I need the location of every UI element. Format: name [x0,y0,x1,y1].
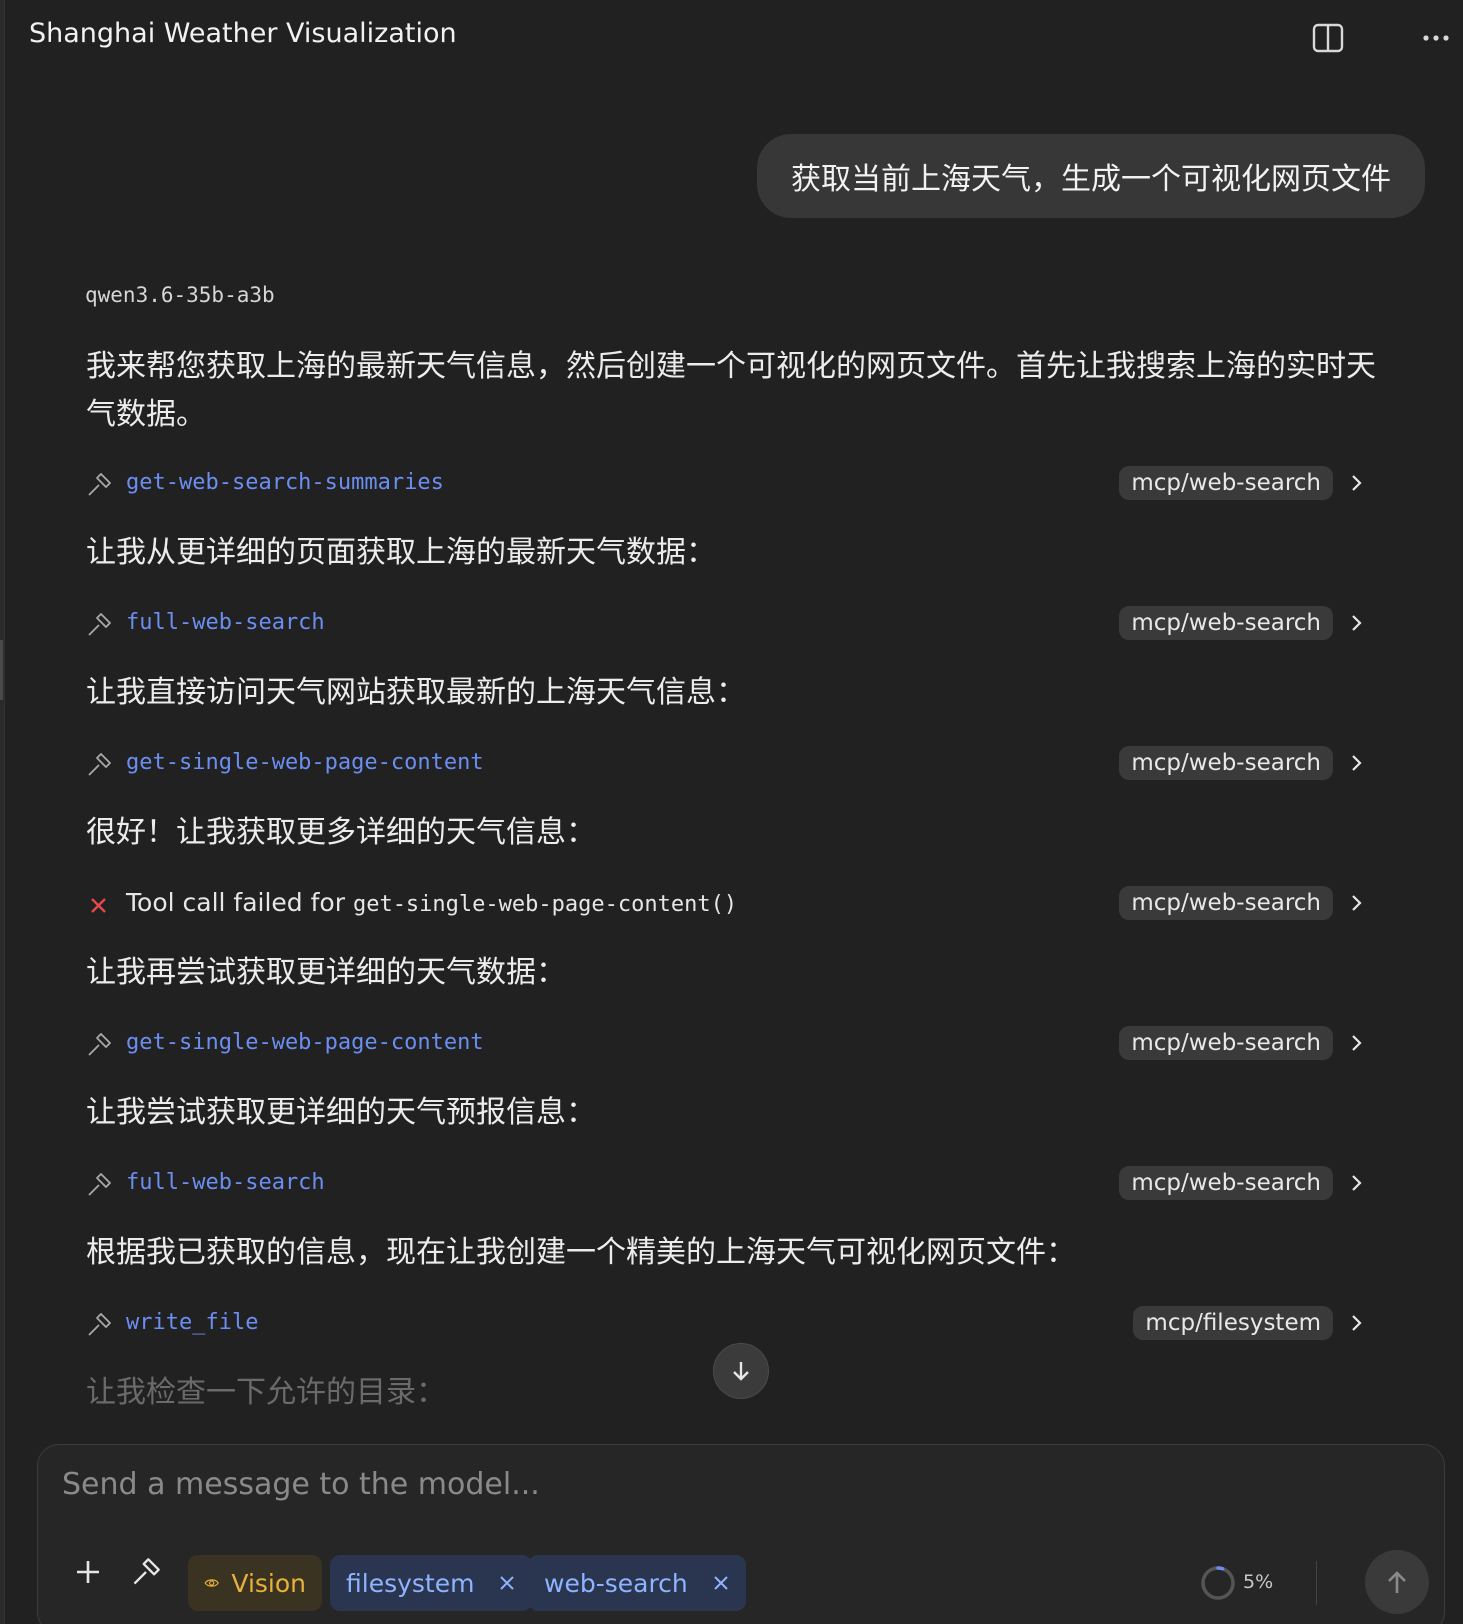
hammer-icon [88,1033,111,1056]
tool-source-badge: mcp/web-search [1119,1026,1333,1060]
tool-source-badge: mcp/web-search [1119,606,1333,640]
tool-source-badge: mcp/web-search [1119,746,1333,780]
split-view-icon[interactable] [1310,20,1346,56]
tool-call-row[interactable]: full-web-search mcp/web-search [86,1164,1386,1204]
hammer-icon [88,753,111,776]
tool-call-row[interactable]: write_file mcp/filesystem [86,1304,1386,1344]
tool-name: full-web-search [126,1170,325,1195]
add-attachment-button[interactable] [68,1552,108,1592]
tool-call-row[interactable]: full-web-search mcp/web-search [86,604,1386,644]
tool-failed-prefix: Tool call failed for [126,888,353,917]
hammer-icon [88,613,111,636]
assistant-text: 让我直接访问天气网站获取最新的上海天气信息： [86,675,746,710]
tool-failed-message: Tool call failed for get-single-web-page… [126,888,737,917]
eye-icon [204,1579,219,1587]
message-input[interactable]: Send a message to the model... [62,1467,540,1502]
tool-name: get-web-search-summaries [126,470,444,495]
model-name: qwen3.6-35b-a3b [85,283,275,307]
left-resize-edge[interactable] [0,0,5,1624]
context-usage-label: 5% [1243,1571,1274,1593]
tool-source-badge: mcp/web-search [1119,1166,1333,1200]
web-search-label: web-search [544,1568,688,1598]
divider [1316,1561,1317,1605]
scroll-to-bottom-button[interactable] [713,1343,769,1399]
assistant-text: 让我尝试获取更详细的天气预报信息： [86,1095,596,1130]
hammer-icon [88,473,111,496]
chevron-right-icon[interactable] [1346,1033,1366,1053]
chat-title: Shanghai Weather Visualization [29,18,457,49]
close-icon[interactable] [498,1574,516,1592]
hammer-icon [88,1313,111,1336]
assistant-text: 让我从更详细的页面获取上海的最新天气数据： [86,535,716,570]
tool-call-failed-row[interactable]: Tool call failed for get-single-web-page… [86,884,1386,924]
user-message: 获取当前上海天气，生成一个可视化网页文件 [757,134,1425,218]
assistant-intro: 我来帮您获取上海的最新天气信息，然后创建一个可视化的网页文件。首先让我搜索上海的… [86,349,1376,432]
arrow-down-icon [733,1362,749,1381]
app-window: Shanghai Weather Visualization 获取当前上海天气，… [0,0,1463,1624]
tool-source-badge: mcp/filesystem [1133,1306,1333,1340]
filesystem-chip[interactable]: filesystem [330,1555,533,1611]
tool-failed-function: get-single-web-page-content() [352,892,738,917]
tool-name: full-web-search [126,610,325,635]
chevron-right-icon[interactable] [1346,893,1366,913]
vision-label: Vision [231,1568,306,1598]
close-icon[interactable] [712,1574,730,1592]
chevron-right-icon[interactable] [1346,473,1366,493]
chat-header: Shanghai Weather Visualization [0,0,1463,76]
filesystem-label: filesystem [346,1568,475,1598]
hammer-icon [88,1173,111,1196]
more-options-icon[interactable] [1418,20,1454,56]
chevron-right-icon[interactable] [1346,613,1366,633]
tool-source-badge: mcp/web-search [1119,886,1333,920]
tool-source-badge: mcp/web-search [1119,466,1333,500]
chevron-right-icon[interactable] [1346,1313,1366,1333]
tool-call-row[interactable]: get-single-web-page-content mcp/web-sear… [86,744,1386,784]
chevron-right-icon[interactable] [1346,753,1366,773]
send-button[interactable] [1365,1550,1429,1614]
tool-call-row[interactable]: get-web-search-summaries mcp/web-search [86,464,1386,504]
tool-call-row[interactable]: get-single-web-page-content mcp/web-sear… [86,1024,1386,1064]
assistant-text: 让我再尝试获取更详细的天气数据： [86,955,566,990]
assistant-text: 根据我已获取的信息，现在让我创建一个精美的上海天气可视化网页文件： [86,1235,1076,1270]
assistant-text: 很好！让我获取更多详细的天气信息： [86,815,596,850]
plus-icon [77,1561,99,1583]
tool-name: write_file [126,1310,259,1335]
tool-name: get-single-web-page-content [126,1030,484,1055]
arrow-up-icon [1388,1571,1406,1593]
error-x-icon [91,898,106,913]
tool-name: get-single-web-page-content [126,750,484,775]
resize-handle[interactable] [0,640,3,700]
tools-button[interactable] [126,1552,166,1592]
web-search-chip[interactable]: web-search [528,1555,746,1611]
vision-chip[interactable]: Vision [188,1555,322,1611]
hammer-icon [133,1558,160,1585]
message-composer: Send a message to the model... Vision fi… [37,1444,1445,1624]
context-usage-ring[interactable] [1198,1563,1238,1603]
chevron-right-icon[interactable] [1346,1173,1366,1193]
